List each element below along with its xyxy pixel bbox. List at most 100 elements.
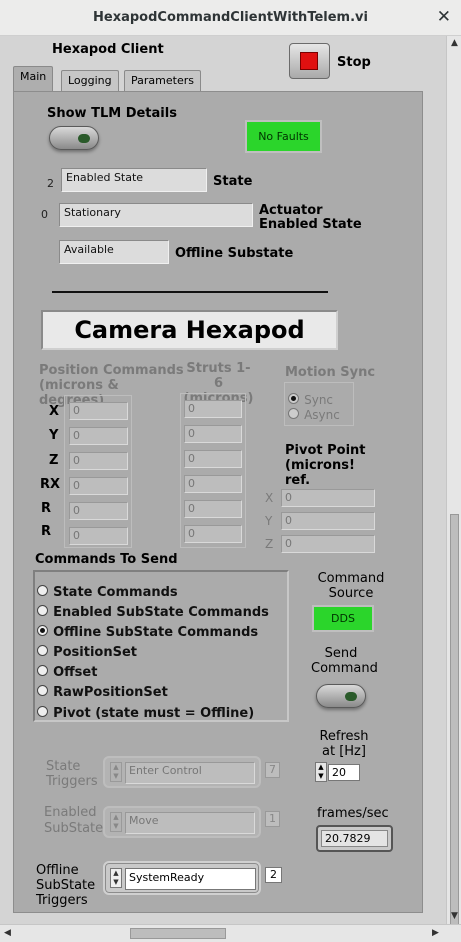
radio-icon	[37, 605, 48, 616]
arrow-right-icon[interactable]: ▶	[432, 928, 439, 938]
cmd-label: State Commands	[53, 585, 178, 600]
pos-r2-field[interactable]: 0	[69, 527, 128, 545]
vertical-scrollbar[interactable]: ▲ ▼	[446, 36, 461, 942]
offline-triggers-label: Offline SubState Triggers	[36, 863, 96, 908]
pivot-x-field[interactable]: 0	[281, 489, 375, 507]
pivot-axis-y: Y	[265, 514, 273, 528]
actuator-label: Actuator Enabled State	[259, 204, 362, 228]
tab-main[interactable]: Main	[13, 66, 54, 92]
client-label: Hexapod Client	[52, 42, 164, 57]
cmd-label: RawPositionSet	[53, 685, 168, 700]
refresh-label: Refresh at [Hz]	[319, 729, 369, 759]
strut-2-field[interactable]: 0	[184, 425, 242, 443]
arrow-down-icon[interactable]: ▼	[451, 911, 458, 921]
tab-logging[interactable]: Logging	[61, 70, 119, 92]
cmd-label: Offline SubState Commands	[53, 625, 259, 640]
arrow-left-icon[interactable]: ◀	[4, 928, 11, 938]
offline-triggers-value: SystemReady	[125, 868, 256, 890]
arrow-up-icon[interactable]: ▲	[451, 38, 458, 48]
actuator-display: Stationary	[59, 203, 253, 227]
pos-axis-y: Y	[49, 428, 59, 443]
pos-x-field[interactable]: 0	[69, 402, 128, 420]
pos-axis-r2: R	[41, 524, 52, 539]
strut-4-field[interactable]: 0	[184, 475, 242, 493]
async-option[interactable]: Async	[288, 404, 340, 423]
strut-1-field[interactable]: 0	[184, 400, 242, 418]
ring-stepper-icon[interactable]: ▲ ▼	[110, 812, 122, 832]
sync-radio-icon	[288, 393, 299, 404]
enabled-triggers-value: Move	[125, 812, 255, 834]
async-label: Async	[304, 408, 340, 422]
strut-3-field[interactable]: 0	[184, 450, 242, 468]
cmd-offset[interactable]: Offset	[37, 661, 97, 680]
horizontal-scrollbar[interactable]: ◀ ▶	[0, 924, 461, 942]
cmd-pivot[interactable]: Pivot (state must = Offline)	[37, 702, 254, 721]
pos-z-field[interactable]: 0	[69, 452, 128, 470]
pos-axis-x: X	[49, 404, 60, 419]
radio-selected-icon	[37, 625, 48, 636]
pos-axis-rx: RX	[40, 477, 61, 492]
pivot-y-field[interactable]: 0	[281, 512, 375, 530]
strut-6-field[interactable]: 0	[184, 525, 242, 543]
radio-icon	[37, 665, 48, 676]
commands-heading: Commands To Send	[35, 552, 178, 567]
title-bar: HexapodCommandClientWithTelem.vi ✕	[0, 0, 461, 36]
ring-stepper-icon[interactable]: ▲ ▼	[110, 762, 122, 782]
command-source-label: Command Source	[317, 571, 385, 601]
pos-axis-r1: R	[41, 501, 52, 516]
toggle-knob-icon	[78, 134, 90, 143]
cmd-state[interactable]: State Commands	[37, 581, 178, 600]
state-triggers-value: Enter Control	[125, 762, 255, 784]
ring-stepper-icon[interactable]: ▲ ▼	[110, 868, 122, 888]
stop-button[interactable]	[289, 43, 330, 79]
pos-axis-z: Z	[49, 453, 59, 468]
refresh-input[interactable]: 20	[328, 764, 360, 781]
divider	[52, 291, 328, 293]
stop-label: Stop	[337, 55, 371, 70]
state-triggers-label: State Triggers	[46, 759, 98, 789]
pivot-axis-x: X	[265, 491, 274, 505]
send-command-toggle[interactable]	[316, 684, 366, 708]
enabled-triggers-index: 1	[265, 811, 280, 827]
faults-indicator: No Faults	[245, 120, 322, 153]
pos-rx-field[interactable]: 0	[69, 477, 128, 495]
offline-triggers-ring[interactable]: ▲ ▼ SystemReady	[103, 861, 261, 895]
enabled-triggers-ring[interactable]: ▲ ▼ Move	[103, 806, 261, 838]
close-icon[interactable]: ✕	[437, 7, 451, 27]
state-display: Enabled State	[61, 168, 207, 192]
radio-icon	[37, 645, 48, 656]
cmd-enabled-substate[interactable]: Enabled SubState Commands	[37, 601, 269, 620]
pos-r1-field[interactable]: 0	[69, 502, 128, 520]
vertical-scroll-thumb[interactable]	[450, 514, 459, 942]
actuator-index: 0	[41, 208, 48, 221]
pivot-heading: Pivot Point (microns! ref.	[285, 443, 366, 488]
refresh-stepper-icon[interactable]: ▲ ▼	[315, 762, 327, 782]
radio-icon	[37, 585, 48, 596]
cmd-label: Offset	[53, 665, 98, 680]
tlm-toggle[interactable]	[49, 126, 99, 150]
pos-y-field[interactable]: 0	[69, 427, 128, 445]
strut-5-field[interactable]: 0	[184, 500, 242, 518]
cmd-label: Pivot (state must = Offline)	[53, 706, 255, 721]
motion-sync-heading: Motion Sync	[285, 365, 376, 380]
cmd-label: Enabled SubState Commands	[53, 605, 269, 620]
offline-triggers-index: 2	[265, 867, 282, 883]
frames-indicator-ring: 20.7829	[316, 825, 393, 852]
state-triggers-ring[interactable]: ▲ ▼ Enter Control	[103, 756, 261, 788]
cmd-raw-position-set[interactable]: RawPositionSet	[37, 681, 168, 700]
offline-display: Available	[59, 240, 169, 264]
cmd-offline-substate[interactable]: Offline SubState Commands	[37, 621, 258, 640]
cmd-label: PositionSet	[53, 645, 137, 660]
pivot-z-field[interactable]: 0	[281, 535, 375, 553]
window-title: HexapodCommandClientWithTelem.vi	[93, 10, 368, 25]
toggle-knob-icon	[345, 692, 357, 701]
enabled-triggers-label: Enabled SubState	[44, 805, 104, 836]
tlm-label: Show TLM Details	[47, 106, 177, 121]
tab-parameters[interactable]: Parameters	[124, 70, 201, 92]
camera-hexapod-banner: Camera Hexapod	[41, 310, 338, 350]
cmd-position-set[interactable]: PositionSet	[37, 641, 137, 660]
state-label: State	[213, 174, 253, 189]
horizontal-scroll-thumb[interactable]	[130, 928, 226, 939]
command-source-button[interactable]: DDS	[312, 605, 374, 632]
stop-square-icon	[300, 52, 318, 70]
